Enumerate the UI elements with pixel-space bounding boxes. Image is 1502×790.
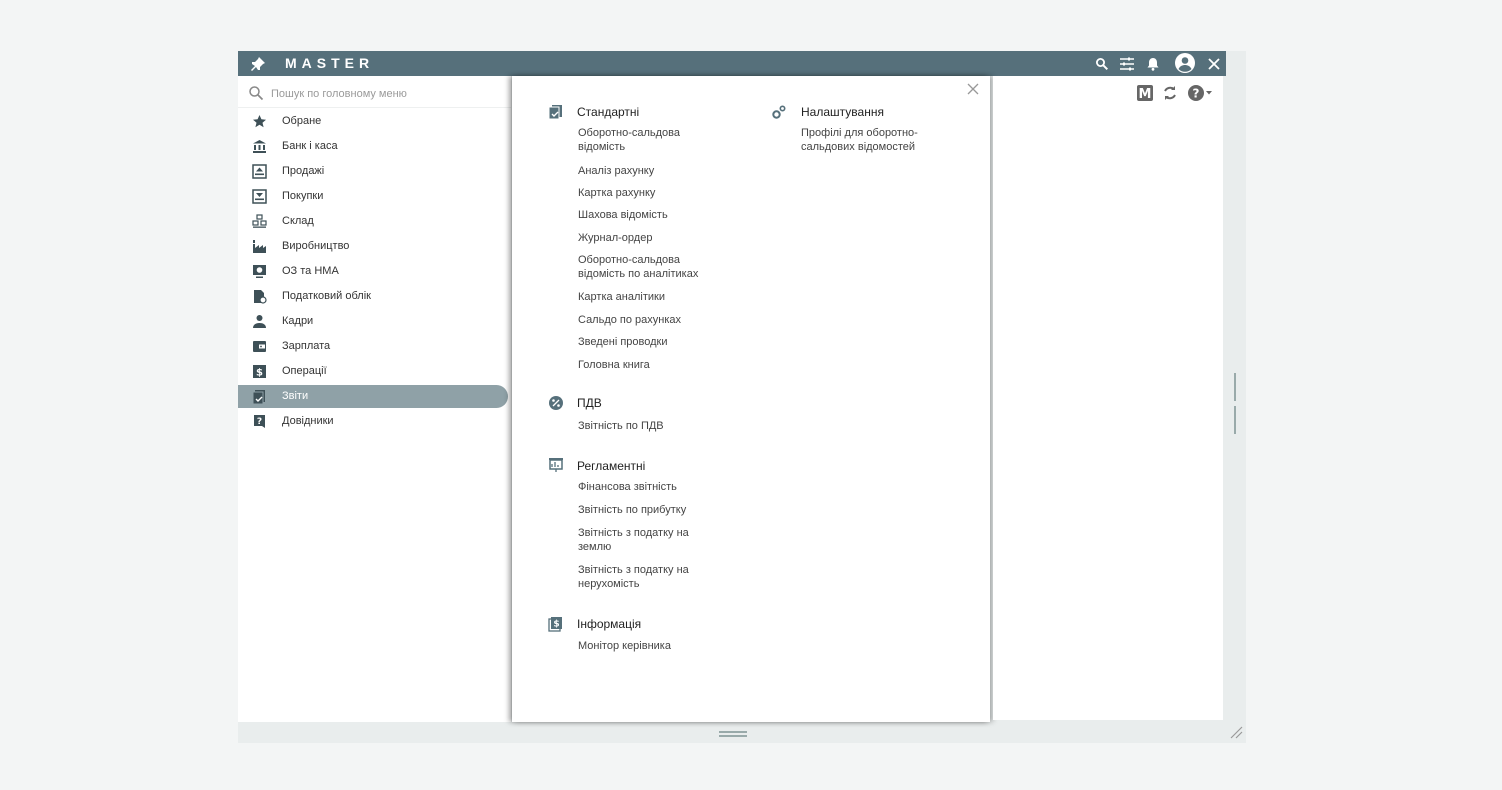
sidebar-item-purchases[interactable]: Покупки (238, 185, 508, 208)
svg-text:?: ? (1193, 87, 1200, 101)
search-icon (248, 85, 264, 101)
sidebar-item-label: Продажі (282, 165, 325, 177)
sidebar-item-label: Покупки (282, 190, 324, 202)
submenu-link[interactable]: Зведені проводки (578, 335, 718, 349)
percent-icon (548, 395, 564, 411)
sidebar-item-fixed-assets[interactable]: ОЗ та НМА (238, 260, 508, 283)
pin-icon[interactable] (250, 56, 266, 72)
section-title-vat: ПДВ (577, 396, 602, 410)
sidebar-item-label: Податковий облік (282, 290, 371, 302)
main-menu-sidebar: Обране Банк і каса Продажі Покупки Склад… (238, 76, 511, 722)
search-icon[interactable] (1092, 54, 1112, 74)
submenu-link[interactable]: Монітор керівника (578, 639, 718, 653)
section-title-settings: Налаштування (801, 105, 884, 119)
dollar-icon: $ (252, 364, 267, 379)
submenu-link[interactable]: Профілі для оборотно-сальдових відомосте… (801, 126, 951, 154)
presentation-icon (548, 457, 564, 473)
filter-settings-icon[interactable] (1117, 54, 1137, 74)
submenu-link[interactable]: Сальдо по рахунках (578, 313, 718, 327)
section-title-regulated: Регламентні (577, 459, 646, 473)
sidebar-item-label: Банк і каса (282, 140, 338, 152)
wallet-icon (252, 339, 267, 354)
sidebar-item-label: Зарплата (282, 340, 331, 352)
bank-icon (252, 139, 267, 154)
section-title-info: Інформація (577, 617, 642, 631)
person-icon (252, 314, 267, 329)
factory-icon (252, 239, 267, 254)
submenu-link[interactable]: Звітність з податку на землю (578, 526, 718, 554)
sales-icon (252, 164, 267, 179)
sidebar-item-bank[interactable]: Банк і каса (238, 135, 508, 158)
close-panel-icon[interactable] (966, 82, 980, 96)
sidebar-item-label: Кадри (282, 315, 314, 327)
reports-submenu-panel: Стандартні Оборотно-сальдова відомість А… (512, 76, 990, 722)
sidebar-item-label: Довідники (282, 415, 334, 427)
sidebar-item-label: Операції (282, 365, 327, 377)
bell-icon[interactable] (1143, 54, 1163, 74)
sidebar-item-operations[interactable]: $ Операції (238, 360, 508, 383)
reports-icon (252, 389, 267, 405)
sidebar-item-label: ОЗ та НМА (282, 265, 339, 277)
close-icon[interactable] (1204, 54, 1224, 74)
vertical-resize-handle[interactable] (719, 731, 747, 737)
sidebar-item-directories[interactable]: ? Довідники (238, 410, 508, 433)
sidebar-item-label: Склад (282, 215, 314, 227)
submenu-link[interactable]: Оборотно-сальдова відомість по аналітика… (578, 253, 718, 281)
warehouse-icon (252, 214, 267, 229)
refresh-icon[interactable] (1161, 84, 1179, 102)
sidebar-item-label: Звіти (282, 390, 309, 402)
help-dropdown-icon[interactable]: ? (1187, 84, 1213, 102)
sidebar-item-label: Обране (282, 115, 322, 127)
sidebar-item-tax[interactable]: Податковий облік (238, 285, 508, 308)
submenu-link[interactable]: Фінансова звітність (578, 480, 718, 494)
app-window: MASTER Обране Банк і к (238, 51, 1246, 743)
menu-search (238, 79, 511, 108)
sidebar-item-production[interactable]: Виробництво (238, 235, 508, 258)
svg-text:?: ? (257, 417, 262, 427)
svg-text:$: $ (553, 620, 559, 630)
help-book-icon: ? (252, 414, 267, 429)
submenu-link[interactable]: Звітність по ПДВ (578, 419, 718, 433)
svg-text:M: M (1139, 87, 1152, 102)
sidebar-item-salary[interactable]: Зарплата (238, 335, 508, 358)
submenu-link[interactable]: Картка аналітики (578, 290, 718, 304)
sidebar-item-reports[interactable]: Звіти (238, 385, 508, 408)
submenu-link[interactable]: Картка рахунку (578, 186, 718, 200)
submenu-link[interactable]: Звітність з податку на нерухомість (578, 563, 718, 591)
svg-text:$: $ (256, 368, 263, 379)
star-icon (252, 114, 267, 129)
content-area: M ? (993, 76, 1223, 720)
sidebar-item-sales[interactable]: Продажі (238, 160, 508, 183)
assets-icon (252, 264, 267, 279)
purchases-icon (252, 189, 267, 204)
sidebar-item-favorites[interactable]: Обране (238, 110, 508, 133)
section-title-standard: Стандартні (577, 105, 640, 119)
submenu-link[interactable]: Шахова відомість (578, 208, 718, 222)
gears-icon (771, 104, 787, 120)
sidebar-item-warehouse[interactable]: Склад (238, 210, 508, 233)
sidebar-item-personnel[interactable]: Кадри (238, 310, 508, 333)
search-input[interactable] (271, 84, 501, 104)
account-icon[interactable] (1174, 52, 1196, 74)
info-dollar-icon: $ (548, 616, 564, 632)
tax-icon (252, 289, 267, 304)
submenu-link[interactable]: Оборотно-сальдова відомість (578, 126, 718, 154)
m-badge-icon[interactable]: M (1136, 84, 1154, 102)
resize-corner-icon[interactable] (1229, 725, 1243, 739)
submenu-link[interactable]: Звітність по прибутку (578, 503, 718, 517)
title-bar: MASTER (238, 51, 1226, 76)
submenu-link[interactable]: Головна книга (578, 358, 718, 372)
submenu-link[interactable]: Аналіз рахунку (578, 164, 718, 178)
report-doc-icon (548, 104, 564, 120)
submenu-link[interactable]: Журнал-ордер (578, 231, 718, 245)
horizontal-resize-handle[interactable] (1234, 373, 1240, 434)
app-title: MASTER (285, 55, 375, 71)
sidebar-item-label: Виробництво (282, 240, 350, 252)
